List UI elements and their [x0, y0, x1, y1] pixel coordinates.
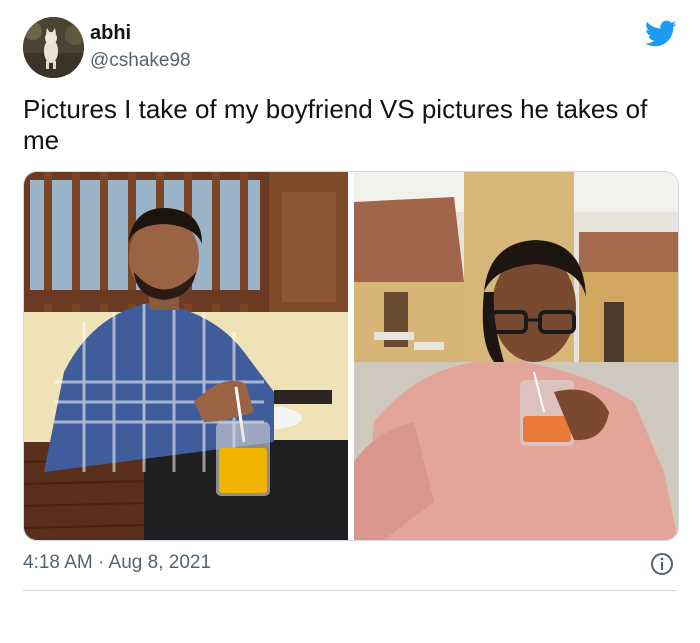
avatar[interactable] — [23, 17, 84, 78]
author-handle[interactable]: @cshake98 — [90, 50, 191, 72]
photo-girlfriend[interactable] — [354, 172, 678, 540]
photo-boyfriend[interactable] — [24, 172, 348, 540]
divider — [23, 590, 677, 591]
tweet-text: Pictures I take of my boyfriend VS pictu… — [23, 94, 648, 155]
tweet-media[interactable] — [23, 171, 679, 541]
info-icon[interactable] — [650, 552, 674, 576]
twitter-bird-icon[interactable] — [644, 20, 677, 48]
author-name[interactable]: abhi — [90, 22, 131, 45]
tweet-card: abhi @cshake98 Pictures I take of my boy… — [0, 0, 700, 643]
tweet-timestamp[interactable]: 4:18 AM · Aug 8, 2021 — [23, 552, 211, 574]
